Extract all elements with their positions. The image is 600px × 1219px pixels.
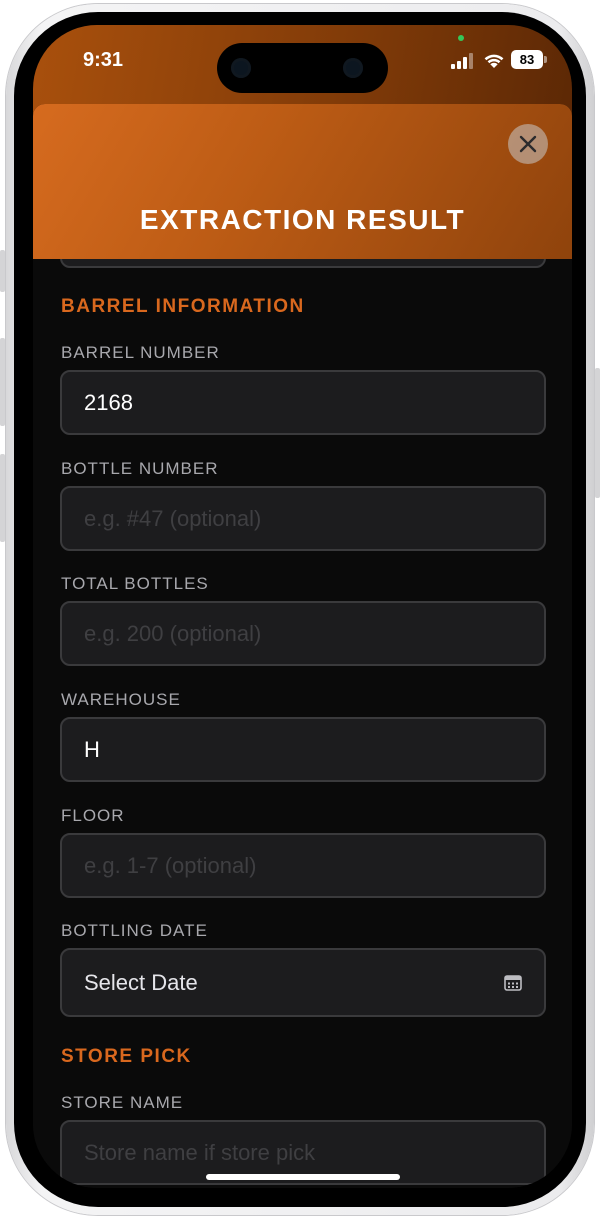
warehouse-input[interactable] <box>60 717 546 782</box>
barrel-number-label: BARREL NUMBER <box>61 343 220 362</box>
action-button <box>0 250 5 292</box>
volume-up-button <box>0 338 5 426</box>
bottling-date-picker[interactable]: Select Date <box>60 948 546 1017</box>
dynamic-island <box>217 43 388 93</box>
floor-label: FLOOR <box>61 806 125 825</box>
barrel-information-heading: BARREL INFORMATION <box>61 296 305 317</box>
floor-input[interactable] <box>60 833 546 898</box>
bottling-date-label: BOTTLING DATE <box>61 921 208 940</box>
sheet-header: EXTRACTION RESULT <box>33 104 572 259</box>
sheet-title: EXTRACTION RESULT <box>139 204 466 235</box>
camera-lens <box>231 58 251 78</box>
bottle-number-input[interactable] <box>60 486 546 551</box>
extraction-result-sheet: EXTRACTION RESULT BARREL INFORMATION BAR… <box>33 104 572 1188</box>
warehouse-label: WAREHOUSE <box>61 690 181 709</box>
sensor-lens <box>343 58 363 78</box>
total-bottles-label: TOTAL BOTTLES <box>61 574 209 593</box>
barrel-number-input[interactable] <box>60 370 546 435</box>
battery-level: 83 <box>511 50 543 69</box>
bottling-date-value: Select Date <box>84 969 198 995</box>
power-button <box>595 368 600 498</box>
camera-indicator-dot <box>458 35 464 41</box>
close-icon <box>519 135 537 153</box>
battery-icon: 83 <box>511 50 547 70</box>
volume-down-button <box>0 454 5 542</box>
bottle-number-label: BOTTLE NUMBER <box>61 459 219 478</box>
cellular-signal-icon <box>451 53 475 69</box>
screen: 9:31 83 EXTRACTION RESULT BARREL INFORMA <box>33 25 572 1188</box>
home-indicator[interactable] <box>206 1174 400 1180</box>
calendar-icon <box>504 974 522 991</box>
total-bottles-input[interactable] <box>60 601 546 666</box>
wifi-icon <box>484 54 504 68</box>
status-time: 9:31 <box>83 49 124 71</box>
close-button[interactable] <box>508 124 548 164</box>
store-name-label: STORE NAME <box>61 1093 184 1112</box>
store-pick-heading: STORE PICK <box>61 1046 192 1067</box>
